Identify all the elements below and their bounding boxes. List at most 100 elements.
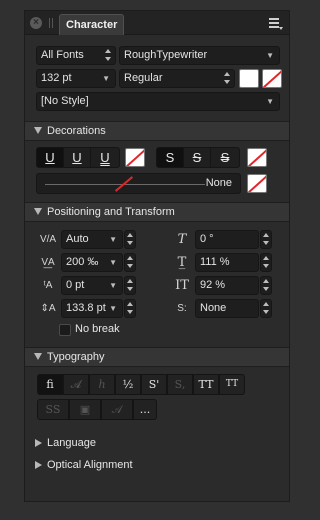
section-decorations[interactable]: Decorations [25, 121, 289, 141]
decoration-color-none[interactable] [247, 174, 267, 193]
tracking-stepper[interactable] [124, 253, 136, 272]
expanded-triangle-icon [34, 127, 42, 134]
leading-field[interactable]: 133.8 pt [61, 299, 123, 318]
underline-none-button[interactable]: U [37, 148, 64, 167]
leading-stepper[interactable] [124, 299, 136, 318]
tracking-icon: V͟A [41, 257, 55, 268]
strike-none-button[interactable]: S [157, 148, 184, 167]
vertical-scale-value: 92 % [200, 279, 226, 291]
script-value: None [200, 302, 227, 314]
section-title: Typography [47, 351, 105, 363]
baseline-value: 0 pt [66, 279, 85, 291]
fractions-button[interactable]: ½ [115, 374, 141, 395]
more-typography-button[interactable]: ... [133, 399, 157, 420]
chevron-down-icon [109, 277, 117, 294]
ligature-button[interactable]: fi [37, 374, 63, 395]
collapsed-triangle-icon [35, 439, 42, 447]
shear-icon: T [177, 232, 187, 247]
kerning-field[interactable]: Auto [61, 230, 123, 249]
expanded-triangle-icon [34, 208, 42, 215]
font-style-value: Regular [124, 72, 163, 84]
character-panel: × Character All Fonts RoughTypewriter 13… [24, 10, 290, 502]
font-style-select[interactable]: Regular [119, 69, 235, 88]
underline-single-button[interactable]: U [64, 148, 91, 167]
kerning-icon: V/A [39, 234, 57, 245]
shear-field[interactable]: 0 ° [195, 230, 259, 249]
small-caps-button[interactable]: TT [219, 374, 245, 395]
baseline-stepper[interactable] [124, 276, 136, 295]
strike-single-button[interactable]: S [184, 148, 211, 167]
collapsed-triangle-icon [35, 461, 42, 469]
section-language[interactable]: Language [25, 434, 289, 452]
chevron-down-icon [109, 231, 117, 248]
font-collection-select[interactable]: All Fonts [36, 46, 116, 65]
text-fill-swatch[interactable] [239, 69, 259, 88]
close-icon[interactable]: × [30, 17, 42, 29]
vertical-scale-stepper[interactable] [260, 276, 272, 295]
vertical-scale-icon: IT [175, 278, 189, 293]
strike-color-none[interactable] [247, 148, 267, 167]
font-family-select[interactable]: RoughTypewriter [119, 46, 280, 65]
leading-icon: ⇕A [40, 303, 56, 314]
underline-double-button[interactable]: U [91, 148, 119, 167]
decoration-weight-slider[interactable]: None [36, 173, 241, 194]
panel-menu-icon[interactable] [269, 18, 283, 30]
underline-group: U U U [36, 147, 120, 168]
all-caps-button[interactable]: TT [193, 374, 219, 395]
section-title: Decorations [47, 125, 106, 137]
contextual-alternates-button[interactable]: ▣ [69, 399, 101, 420]
shear-value: 0 ° [200, 233, 214, 245]
baseline-field[interactable]: 0 pt [61, 276, 123, 295]
paragraph-style-select[interactable]: [No Style] [36, 92, 280, 111]
text-stroke-swatch-none[interactable] [262, 69, 282, 88]
updown-icon [224, 72, 230, 84]
vertical-scale-field[interactable]: 92 % [195, 276, 259, 295]
drag-grip-icon[interactable] [49, 18, 53, 28]
horizontal-scale-icon: T̲ [177, 255, 187, 270]
script-stepper[interactable] [260, 299, 272, 318]
tracking-field[interactable]: 200 ‰ [61, 253, 123, 272]
expanded-triangle-icon [34, 353, 42, 360]
leading-value: 133.8 pt [66, 302, 106, 314]
stylistic-alternates-button[interactable]: ℎ [89, 374, 115, 395]
no-break-label: No break [75, 323, 120, 335]
section-optical-alignment[interactable]: Optical Alignment [25, 456, 289, 474]
horizontal-scale-field[interactable]: 111 % [195, 253, 259, 272]
section-positioning[interactable]: Positioning and Transform [25, 202, 289, 222]
kerning-value: Auto [66, 233, 89, 245]
subscript-button[interactable]: S, [167, 374, 193, 395]
slider-value-label: None [205, 177, 232, 189]
paragraph-style-value: [No Style] [41, 95, 89, 107]
tab-character[interactable]: Character [59, 14, 125, 35]
section-title: Positioning and Transform [47, 206, 175, 218]
stylistic-sets-button[interactable]: SS [37, 399, 69, 420]
swash-button[interactable]: 𝓐 [63, 374, 89, 395]
font-size-value: 132 pt [41, 72, 72, 84]
chevron-down-icon [266, 93, 274, 110]
script-icon: S: [177, 303, 187, 314]
horizontal-scale-value: 111 % [200, 256, 230, 268]
section-title: Optical Alignment [47, 459, 133, 471]
font-family-value: RoughTypewriter [124, 49, 208, 61]
horizontal-scale-stepper[interactable] [260, 253, 272, 272]
strike-double-button[interactable]: S [211, 148, 239, 167]
chevron-down-icon [266, 47, 274, 64]
panel-titlebar: × Character [25, 11, 289, 35]
kerning-stepper[interactable] [124, 230, 136, 249]
typography-row-2: SS ▣ 𝒜 ... [37, 399, 157, 420]
chevron-down-icon [109, 254, 117, 271]
section-typography[interactable]: Typography [25, 347, 289, 367]
font-size-field[interactable]: 132 pt [36, 69, 116, 88]
chevron-down-icon [102, 70, 110, 87]
titling-alternates-button[interactable]: 𝒜 [101, 399, 133, 420]
font-collection-value: All Fonts [41, 49, 84, 61]
no-break-checkbox[interactable] [59, 324, 71, 336]
section-title: Language [47, 437, 96, 449]
superscript-button[interactable]: S' [141, 374, 167, 395]
strikethrough-group: S S S [156, 147, 240, 168]
script-select[interactable]: None [195, 299, 259, 318]
underline-color-none[interactable] [125, 148, 145, 167]
typography-row-1: fi 𝓐 ℎ ½ S' S, TT TT [37, 374, 245, 395]
updown-icon [105, 49, 111, 61]
shear-stepper[interactable] [260, 230, 272, 249]
